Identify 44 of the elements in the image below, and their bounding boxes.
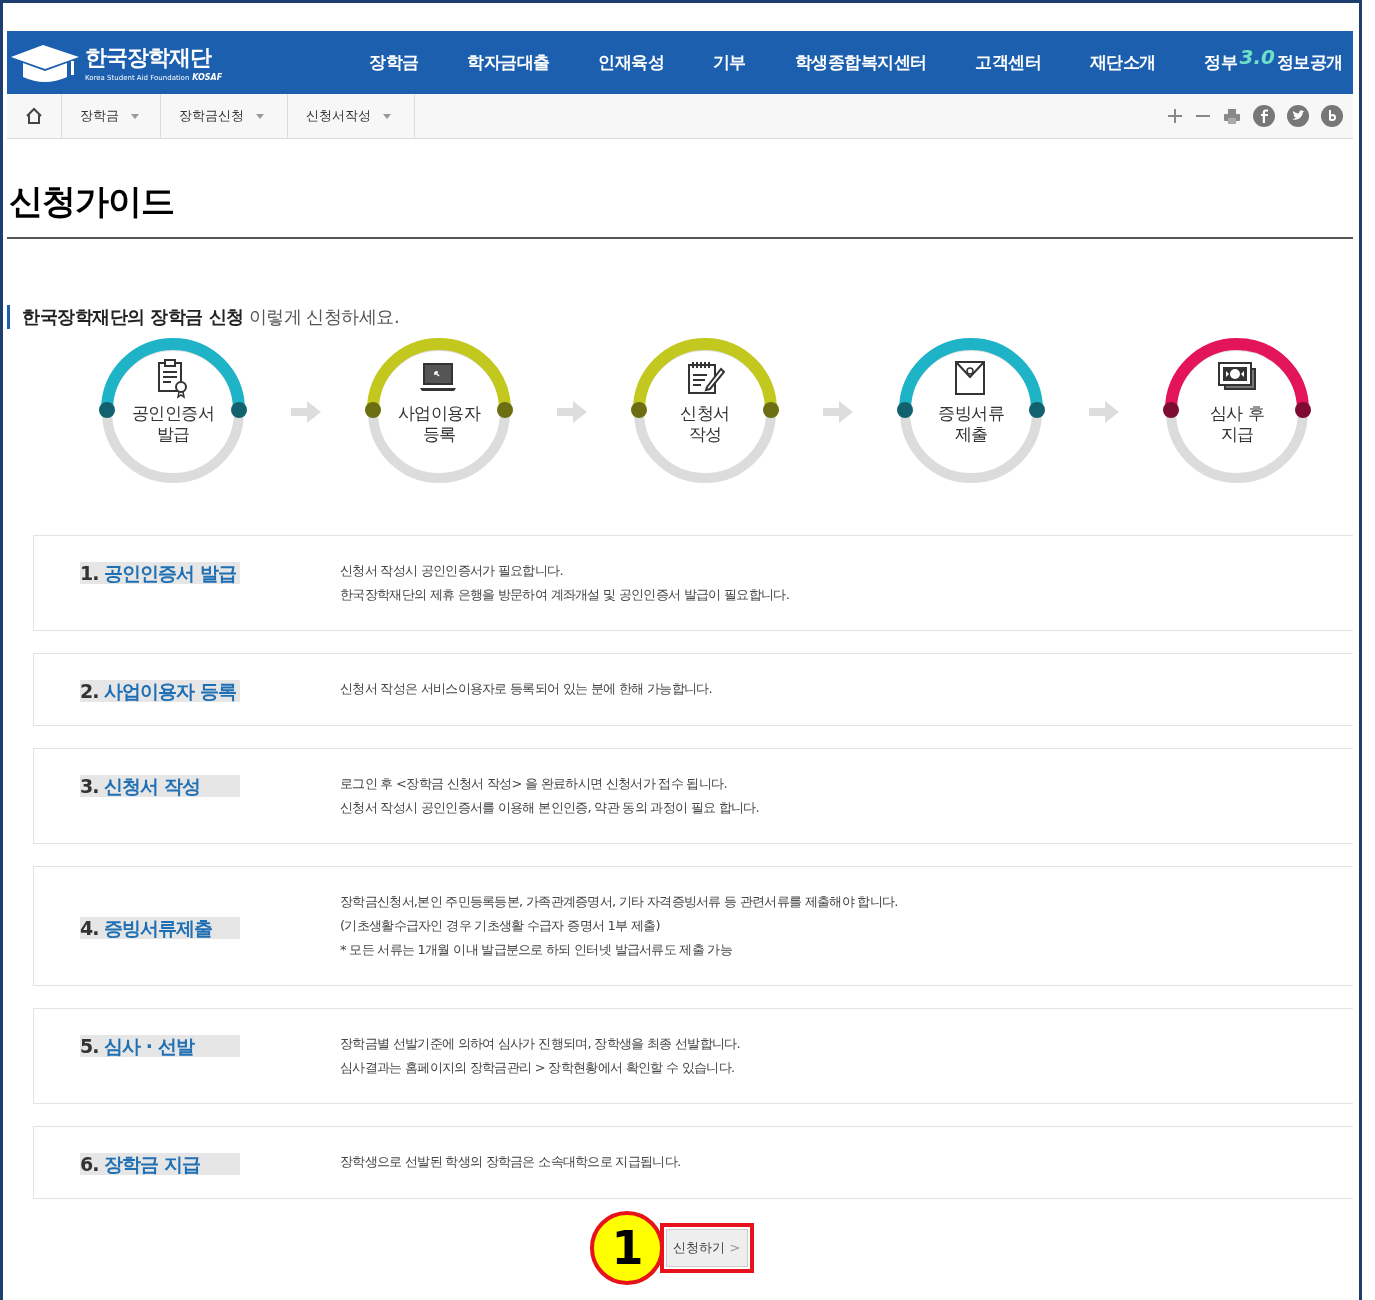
section-heading: 3. 신청서 작성 xyxy=(80,775,240,797)
blog-icon xyxy=(1321,105,1343,127)
logo-name: 한국장학재단 xyxy=(85,44,213,72)
zoom-in-icon xyxy=(1167,108,1183,124)
nav-item[interactable]: 재단소개 xyxy=(1089,50,1156,75)
section-description: 장학금별 선발기준에 의하여 심사가 진행되며, 장학생을 최종 선발합니다. 심사결과는 홈페이지의 장학금관리 > 장학현황에서 확인할 수 있습니다. xyxy=(340,1035,740,1077)
caret-icon xyxy=(256,113,264,119)
nav-item[interactable]: 고객센터 xyxy=(975,50,1042,75)
section-heading: 2. 사업이용자 등록 xyxy=(80,680,240,702)
nav-item[interactable]: 정부 xyxy=(1204,51,1238,74)
section-description: 로그인 후 <장학금 신청서 작성> 을 완료하시면 신청서가 접수 됩니다. 신청서 작성시 공인인증서를 이용해 본인인증, 약관 동의 과정이 필요 합니다. xyxy=(340,775,760,817)
nav-item[interactable]: 장학금 xyxy=(369,50,419,75)
section-description: 장학금신청서,본인 주민등록등본, 가족관계증명서, 기타 자격증빙서류 등 관련서류를 제출해야 합니다. (기초생활수급자인 경우 기초생활 수급자 증명서 1부 제출) * 모든 서류는 1개월 이내 발급분으로 하되 인터넷 발급서류도 제출 가능 xyxy=(340,893,898,959)
nav-item[interactable]: 인재육성 xyxy=(598,50,665,75)
section-heading: 6. 장학금 지급 xyxy=(80,1153,240,1175)
breadcrumb-item[interactable]: 신청서작성 xyxy=(306,107,391,125)
section-description: 장학생으로 선발된 학생의 장학금은 소속대학으로 지급됩니다. xyxy=(340,1153,681,1171)
step-label: 증빙서류 제출 xyxy=(938,403,1004,445)
twitter-icon xyxy=(1287,105,1309,127)
logo-brand: KOSAF xyxy=(192,73,223,82)
section-description: 신청서 작성시 공인인증서가 필요합니다. 한국장학재단의 제휴 은행을 방문하여 계좌개설 및 공인인증서 발급이 필요합니다. xyxy=(340,562,790,604)
breadcrumb-item[interactable]: 장학금신청 xyxy=(179,107,264,125)
nav-item[interactable]: 학자금대출 xyxy=(467,50,550,75)
breadcrumb-item[interactable]: 장학금 xyxy=(80,107,139,125)
page-title: 신청가이드 xyxy=(7,139,1353,239)
section-heading: 1. 공인인증서 발급 xyxy=(80,562,240,584)
home-icon xyxy=(24,106,44,126)
section-heading: 4. 증빙서류제출 xyxy=(80,916,240,939)
apply-button[interactable]: 신청하기 > xyxy=(666,1229,748,1267)
step-label: 심사 후 지급 xyxy=(1209,403,1265,445)
facebook-icon xyxy=(1253,105,1275,127)
nav-item[interactable]: 정보공개 xyxy=(1276,51,1343,74)
nav-item[interactable]: 학생종합복지센터 xyxy=(794,50,927,75)
step-label: 사업이용자 등록 xyxy=(397,403,481,445)
step-label: 공인인증서 발급 xyxy=(131,403,215,445)
nav-item[interactable]: 기부 xyxy=(712,50,746,75)
section-description: 신청서 작성은 서비스이용자로 등록되어 있는 분에 한해 가능합니다. xyxy=(340,680,712,698)
version-label: 3.0 xyxy=(1239,44,1275,69)
step-label: 신청서 작성 xyxy=(680,403,730,445)
caret-icon xyxy=(383,113,391,119)
section-heading: 5. 심사 · 선발 xyxy=(80,1035,240,1057)
caret-icon xyxy=(131,113,139,119)
intro-heading: 한국장학재단의 장학금 신청 이렇게 신청하세요. xyxy=(7,305,1353,329)
print-icon xyxy=(1223,107,1241,125)
